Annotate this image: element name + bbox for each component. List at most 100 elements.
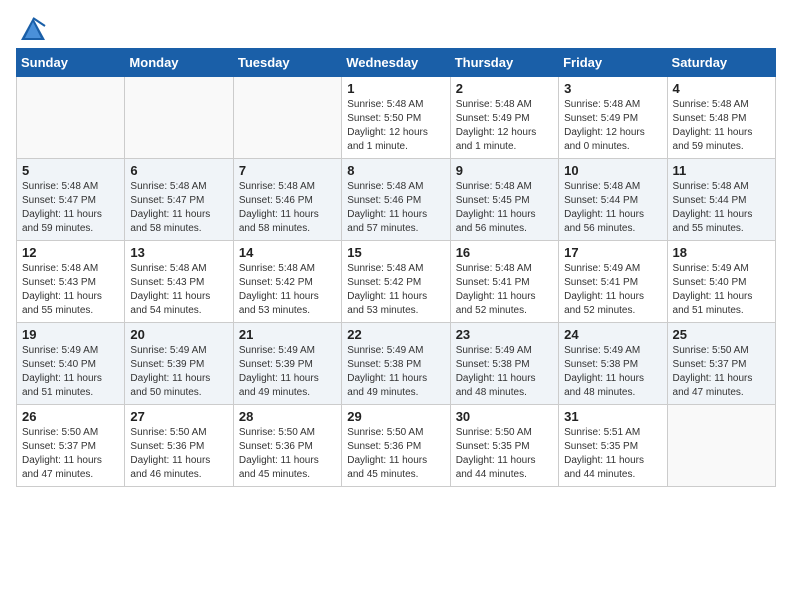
calendar-cell: 2 Sunrise: 5:48 AM Sunset: 5:49 PM Daylig… xyxy=(450,77,558,159)
day-number: 11 xyxy=(673,163,770,178)
day-info: Sunrise: 5:48 AM Sunset: 5:50 PM Dayligh… xyxy=(347,98,444,154)
day-number: 24 xyxy=(564,327,661,342)
day-number: 16 xyxy=(456,245,553,260)
day-info: Sunrise: 5:49 AM Sunset: 5:40 PM Dayligh… xyxy=(22,344,119,400)
day-info: Sunrise: 5:48 AM Sunset: 5:49 PM Dayligh… xyxy=(456,98,553,154)
calendar-cell: 7 Sunrise: 5:48 AM Sunset: 5:46 PM Daylig… xyxy=(233,159,341,241)
day-number: 13 xyxy=(130,245,227,260)
day-number: 19 xyxy=(22,327,119,342)
calendar-cell: 15 Sunrise: 5:48 AM Sunset: 5:42 PM Dayli… xyxy=(342,241,450,323)
logo-icon xyxy=(19,16,47,44)
day-info: Sunrise: 5:49 AM Sunset: 5:41 PM Dayligh… xyxy=(564,262,661,318)
day-info: Sunrise: 5:48 AM Sunset: 5:47 PM Dayligh… xyxy=(130,180,227,236)
day-number: 14 xyxy=(239,245,336,260)
calendar-cell: 12 Sunrise: 5:48 AM Sunset: 5:43 PM Dayli… xyxy=(17,241,125,323)
day-info: Sunrise: 5:49 AM Sunset: 5:39 PM Dayligh… xyxy=(239,344,336,400)
calendar-cell: 22 Sunrise: 5:49 AM Sunset: 5:38 PM Dayli… xyxy=(342,323,450,405)
day-number: 30 xyxy=(456,409,553,424)
calendar-cell: 31 Sunrise: 5:51 AM Sunset: 5:35 PM Dayli… xyxy=(559,405,667,487)
calendar-cell: 26 Sunrise: 5:50 AM Sunset: 5:37 PM Dayli… xyxy=(17,405,125,487)
day-info: Sunrise: 5:50 AM Sunset: 5:35 PM Dayligh… xyxy=(456,426,553,482)
day-number: 8 xyxy=(347,163,444,178)
day-info: Sunrise: 5:49 AM Sunset: 5:38 PM Dayligh… xyxy=(456,344,553,400)
calendar-cell: 9 Sunrise: 5:48 AM Sunset: 5:45 PM Daylig… xyxy=(450,159,558,241)
day-info: Sunrise: 5:49 AM Sunset: 5:39 PM Dayligh… xyxy=(130,344,227,400)
calendar-cell: 23 Sunrise: 5:49 AM Sunset: 5:38 PM Dayli… xyxy=(450,323,558,405)
day-info: Sunrise: 5:51 AM Sunset: 5:35 PM Dayligh… xyxy=(564,426,661,482)
day-number: 28 xyxy=(239,409,336,424)
day-number: 31 xyxy=(564,409,661,424)
day-number: 17 xyxy=(564,245,661,260)
day-number: 29 xyxy=(347,409,444,424)
day-info: Sunrise: 5:48 AM Sunset: 5:42 PM Dayligh… xyxy=(347,262,444,318)
day-number: 10 xyxy=(564,163,661,178)
calendar-cell: 4 Sunrise: 5:48 AM Sunset: 5:48 PM Daylig… xyxy=(667,77,775,159)
day-info: Sunrise: 5:50 AM Sunset: 5:36 PM Dayligh… xyxy=(130,426,227,482)
day-number: 22 xyxy=(347,327,444,342)
calendar-cell: 27 Sunrise: 5:50 AM Sunset: 5:36 PM Dayli… xyxy=(125,405,233,487)
calendar-cell: 10Sunrise: 5:48 AM Sunset: 5:44 PM Dayli… xyxy=(559,159,667,241)
weekday-header-monday: Monday xyxy=(125,49,233,77)
day-info: Sunrise: 5:48 AM Sunset: 5:49 PM Dayligh… xyxy=(564,98,661,154)
day-info: Sunrise: 5:48 AM Sunset: 5:48 PM Dayligh… xyxy=(673,98,770,154)
day-number: 3 xyxy=(564,81,661,96)
day-number: 18 xyxy=(673,245,770,260)
day-info: Sunrise: 5:48 AM Sunset: 5:45 PM Dayligh… xyxy=(456,180,553,236)
calendar-cell: 21 Sunrise: 5:49 AM Sunset: 5:39 PM Dayli… xyxy=(233,323,341,405)
calendar-table: SundayMondayTuesdayWednesdayThursdayFrid… xyxy=(16,48,776,487)
day-info: Sunrise: 5:50 AM Sunset: 5:36 PM Dayligh… xyxy=(347,426,444,482)
day-info: Sunrise: 5:50 AM Sunset: 5:37 PM Dayligh… xyxy=(673,344,770,400)
weekday-header-friday: Friday xyxy=(559,49,667,77)
day-number: 15 xyxy=(347,245,444,260)
calendar-cell: 17 Sunrise: 5:49 AM Sunset: 5:41 PM Dayli… xyxy=(559,241,667,323)
calendar-week-4: 19 Sunrise: 5:49 AM Sunset: 5:40 PM Dayli… xyxy=(17,323,776,405)
calendar-cell: 20 Sunrise: 5:49 AM Sunset: 5:39 PM Dayli… xyxy=(125,323,233,405)
weekday-header-wednesday: Wednesday xyxy=(342,49,450,77)
logo xyxy=(16,16,47,38)
calendar-cell: 28 Sunrise: 5:50 AM Sunset: 5:36 PM Dayli… xyxy=(233,405,341,487)
calendar-week-3: 12 Sunrise: 5:48 AM Sunset: 5:43 PM Dayli… xyxy=(17,241,776,323)
day-info: Sunrise: 5:48 AM Sunset: 5:44 PM Dayligh… xyxy=(673,180,770,236)
day-info: Sunrise: 5:50 AM Sunset: 5:37 PM Dayligh… xyxy=(22,426,119,482)
day-info: Sunrise: 5:48 AM Sunset: 5:46 PM Dayligh… xyxy=(347,180,444,236)
day-info: Sunrise: 5:48 AM Sunset: 5:46 PM Dayligh… xyxy=(239,180,336,236)
day-info: Sunrise: 5:48 AM Sunset: 5:43 PM Dayligh… xyxy=(22,262,119,318)
calendar-cell: 18 Sunrise: 5:49 AM Sunset: 5:40 PM Dayli… xyxy=(667,241,775,323)
day-number: 4 xyxy=(673,81,770,96)
weekday-header-tuesday: Tuesday xyxy=(233,49,341,77)
day-number: 2 xyxy=(456,81,553,96)
calendar-cell: 30 Sunrise: 5:50 AM Sunset: 5:35 PM Dayli… xyxy=(450,405,558,487)
calendar-cell: 3 Sunrise: 5:48 AM Sunset: 5:49 PM Daylig… xyxy=(559,77,667,159)
day-number: 26 xyxy=(22,409,119,424)
calendar-cell: 29 Sunrise: 5:50 AM Sunset: 5:36 PM Dayli… xyxy=(342,405,450,487)
day-number: 6 xyxy=(130,163,227,178)
calendar-cell: 8 Sunrise: 5:48 AM Sunset: 5:46 PM Daylig… xyxy=(342,159,450,241)
day-number: 9 xyxy=(456,163,553,178)
day-number: 25 xyxy=(673,327,770,342)
calendar-cell xyxy=(17,77,125,159)
day-info: Sunrise: 5:48 AM Sunset: 5:43 PM Dayligh… xyxy=(130,262,227,318)
weekday-header-saturday: Saturday xyxy=(667,49,775,77)
day-number: 1 xyxy=(347,81,444,96)
day-number: 7 xyxy=(239,163,336,178)
day-number: 20 xyxy=(130,327,227,342)
calendar-cell: 11 Sunrise: 5:48 AM Sunset: 5:44 PM Dayli… xyxy=(667,159,775,241)
calendar-cell: 19 Sunrise: 5:49 AM Sunset: 5:40 PM Dayli… xyxy=(17,323,125,405)
day-number: 12 xyxy=(22,245,119,260)
calendar-week-2: 5Sunrise: 5:48 AM Sunset: 5:47 PM Daylig… xyxy=(17,159,776,241)
day-number: 23 xyxy=(456,327,553,342)
day-info: Sunrise: 5:48 AM Sunset: 5:42 PM Dayligh… xyxy=(239,262,336,318)
day-number: 21 xyxy=(239,327,336,342)
day-info: Sunrise: 5:50 AM Sunset: 5:36 PM Dayligh… xyxy=(239,426,336,482)
calendar-cell: 25 Sunrise: 5:50 AM Sunset: 5:37 PM Dayli… xyxy=(667,323,775,405)
day-info: Sunrise: 5:48 AM Sunset: 5:47 PM Dayligh… xyxy=(22,180,119,236)
day-info: Sunrise: 5:49 AM Sunset: 5:38 PM Dayligh… xyxy=(347,344,444,400)
weekday-header-thursday: Thursday xyxy=(450,49,558,77)
calendar-cell: 5Sunrise: 5:48 AM Sunset: 5:47 PM Daylig… xyxy=(17,159,125,241)
calendar-week-5: 26 Sunrise: 5:50 AM Sunset: 5:37 PM Dayli… xyxy=(17,405,776,487)
day-info: Sunrise: 5:49 AM Sunset: 5:40 PM Dayligh… xyxy=(673,262,770,318)
calendar-cell: 14 Sunrise: 5:48 AM Sunset: 5:42 PM Dayli… xyxy=(233,241,341,323)
weekday-header-row: SundayMondayTuesdayWednesdayThursdayFrid… xyxy=(17,49,776,77)
calendar-cell xyxy=(125,77,233,159)
day-number: 27 xyxy=(130,409,227,424)
